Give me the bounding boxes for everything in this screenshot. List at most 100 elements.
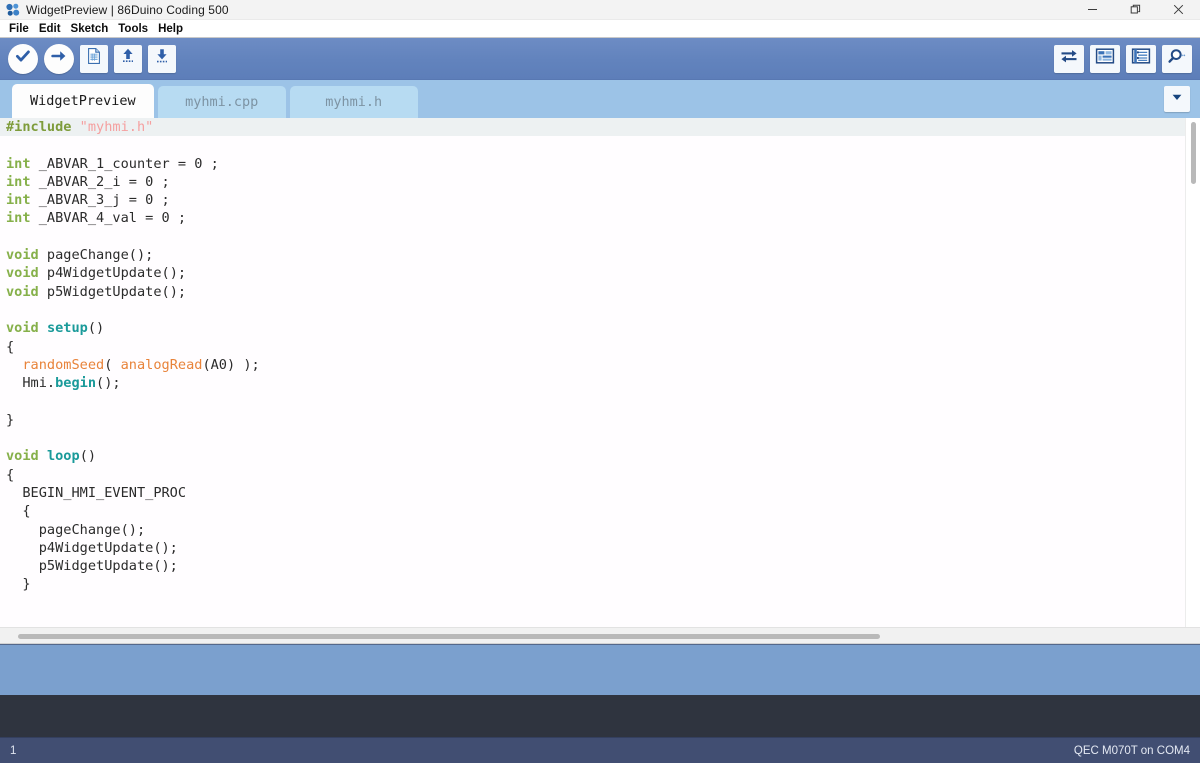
code-line: void loop() [0, 447, 1200, 465]
main-toolbar [0, 38, 1200, 80]
code-token: { [6, 466, 15, 483]
code-line: { [0, 338, 1200, 356]
horizontal-scrollbar-thumb[interactable] [18, 633, 880, 639]
arrow-down-icon [153, 47, 171, 70]
toolbar-right-group [1054, 44, 1192, 73]
menu-item-tools[interactable]: Tools [113, 20, 153, 38]
code-token: () [79, 448, 97, 465]
code-token: analogRead [120, 356, 203, 373]
verify-button[interactable] [8, 43, 38, 74]
status-line-number: 1 [10, 744, 17, 757]
restore-icon[interactable] [1114, 0, 1157, 20]
code-line: int _ABVAR_3_j = 0 ; [0, 191, 1200, 209]
tab-myhmi-h[interactable]: myhmi.h [289, 86, 418, 118]
code-token: _ABVAR_1_counter = 0 ; [30, 155, 219, 172]
code-token: { [6, 338, 15, 355]
new-file-icon [85, 47, 103, 70]
code-line: int _ABVAR_1_counter = 0 ; [0, 155, 1200, 173]
editor-vertical-scrollbar[interactable] [1185, 118, 1200, 627]
code-token: (); [96, 375, 121, 392]
code-token: void [6, 320, 39, 337]
code-line: void pageChange(); [0, 246, 1200, 264]
layout-grid-icon [1095, 47, 1115, 70]
code-token: setup [46, 320, 88, 337]
save-button[interactable] [148, 44, 176, 73]
code-token: begin [55, 375, 97, 392]
serial-monitor-button[interactable] [1054, 44, 1084, 73]
application-window: WidgetPreview | 86Duino Coding 500 File … [0, 0, 1200, 763]
upload-button[interactable] [44, 43, 74, 74]
code-line: BEGIN_HMI_EVENT_PROC [0, 484, 1200, 502]
code-token: void [6, 247, 39, 264]
hmi-designer-button[interactable] [1090, 44, 1120, 73]
code-token: _ABVAR_4_val = 0 ; [30, 210, 187, 227]
code-line: { [0, 466, 1200, 484]
code-line: { [0, 502, 1200, 520]
code-token: } [6, 411, 15, 428]
tab-list-dropdown-button[interactable] [1164, 86, 1190, 112]
code-token: Hmi. [6, 375, 56, 392]
code-token: #include [6, 119, 80, 135]
widget-list-button[interactable] [1126, 44, 1156, 73]
code-token: int [6, 210, 31, 227]
magnifier-icon [1167, 47, 1187, 70]
code-token: p5WidgetUpdate(); [38, 283, 187, 300]
list-panel-icon [1131, 47, 1151, 70]
close-icon[interactable] [1157, 0, 1200, 20]
menu-item-edit[interactable]: Edit [34, 20, 66, 38]
code-token: pageChange(); [38, 247, 154, 264]
code-line: int _ABVAR_2_i = 0 ; [0, 173, 1200, 191]
editor-horizontal-scrollbar[interactable] [0, 626, 1200, 643]
search-button[interactable] [1162, 44, 1192, 73]
tab-myhmi-cpp[interactable]: myhmi.cpp [157, 86, 286, 118]
tab-widgetpreview[interactable]: WidgetPreview [12, 84, 154, 118]
code-content[interactable]: #include "myhmi.h" int _ABVAR_1_counter … [0, 118, 1200, 594]
menu-item-help[interactable]: Help [153, 20, 188, 38]
open-button[interactable] [114, 44, 142, 73]
menu-item-file[interactable]: File [4, 20, 34, 38]
code-line: Hmi.begin(); [0, 374, 1200, 392]
code-token: { [6, 503, 31, 520]
code-token: _ABVAR_3_j = 0 ; [30, 192, 170, 209]
code-token: void [6, 448, 39, 465]
window-controls [1071, 0, 1200, 20]
menu-bar: File Edit Sketch Tools Help [0, 20, 1200, 38]
code-editor[interactable]: #include "myhmi.h" int _ABVAR_1_counter … [0, 118, 1200, 627]
code-line: randomSeed( analogRead(A0) ); [0, 356, 1200, 374]
code-line: p4WidgetUpdate(); [0, 539, 1200, 557]
code-token: randomSeed [22, 356, 105, 373]
vertical-scrollbar-thumb[interactable] [1191, 122, 1196, 184]
code-line: void setup() [0, 319, 1200, 337]
status-board-info: QEC M070T on COM4 [1073, 744, 1190, 757]
console-output[interactable] [0, 695, 1200, 737]
code-line: pageChange(); [0, 521, 1200, 539]
code-token: (A0) ); [202, 356, 260, 373]
editor-panel: #include "myhmi.h" int _ABVAR_1_counter … [0, 118, 1200, 644]
code-token: void [6, 265, 39, 282]
arrow-up-icon [119, 47, 137, 70]
new-button[interactable] [80, 44, 108, 73]
minimize-icon[interactable] [1071, 0, 1114, 20]
code-token: } [6, 576, 31, 593]
code-token: pageChange(); [6, 521, 146, 538]
code-token: int [6, 173, 31, 190]
code-line: void p4WidgetUpdate(); [0, 264, 1200, 282]
code-token: int [6, 192, 31, 209]
code-token: int [6, 155, 31, 172]
code-line: } [0, 575, 1200, 593]
code-token: p4WidgetUpdate(); [6, 539, 178, 556]
code-line: void p5WidgetUpdate(); [0, 283, 1200, 301]
tab-bar: WidgetPreview myhmi.cpp myhmi.h [0, 80, 1200, 118]
code-token: p5WidgetUpdate(); [6, 558, 178, 575]
arrow-right-icon [50, 47, 68, 70]
code-token: ( [104, 356, 121, 373]
menu-item-sketch[interactable]: Sketch [66, 20, 114, 38]
code-line: p5WidgetUpdate(); [0, 557, 1200, 575]
code-token: "myhmi.h" [79, 119, 154, 135]
code-token: _ABVAR_2_i = 0 ; [30, 173, 170, 190]
